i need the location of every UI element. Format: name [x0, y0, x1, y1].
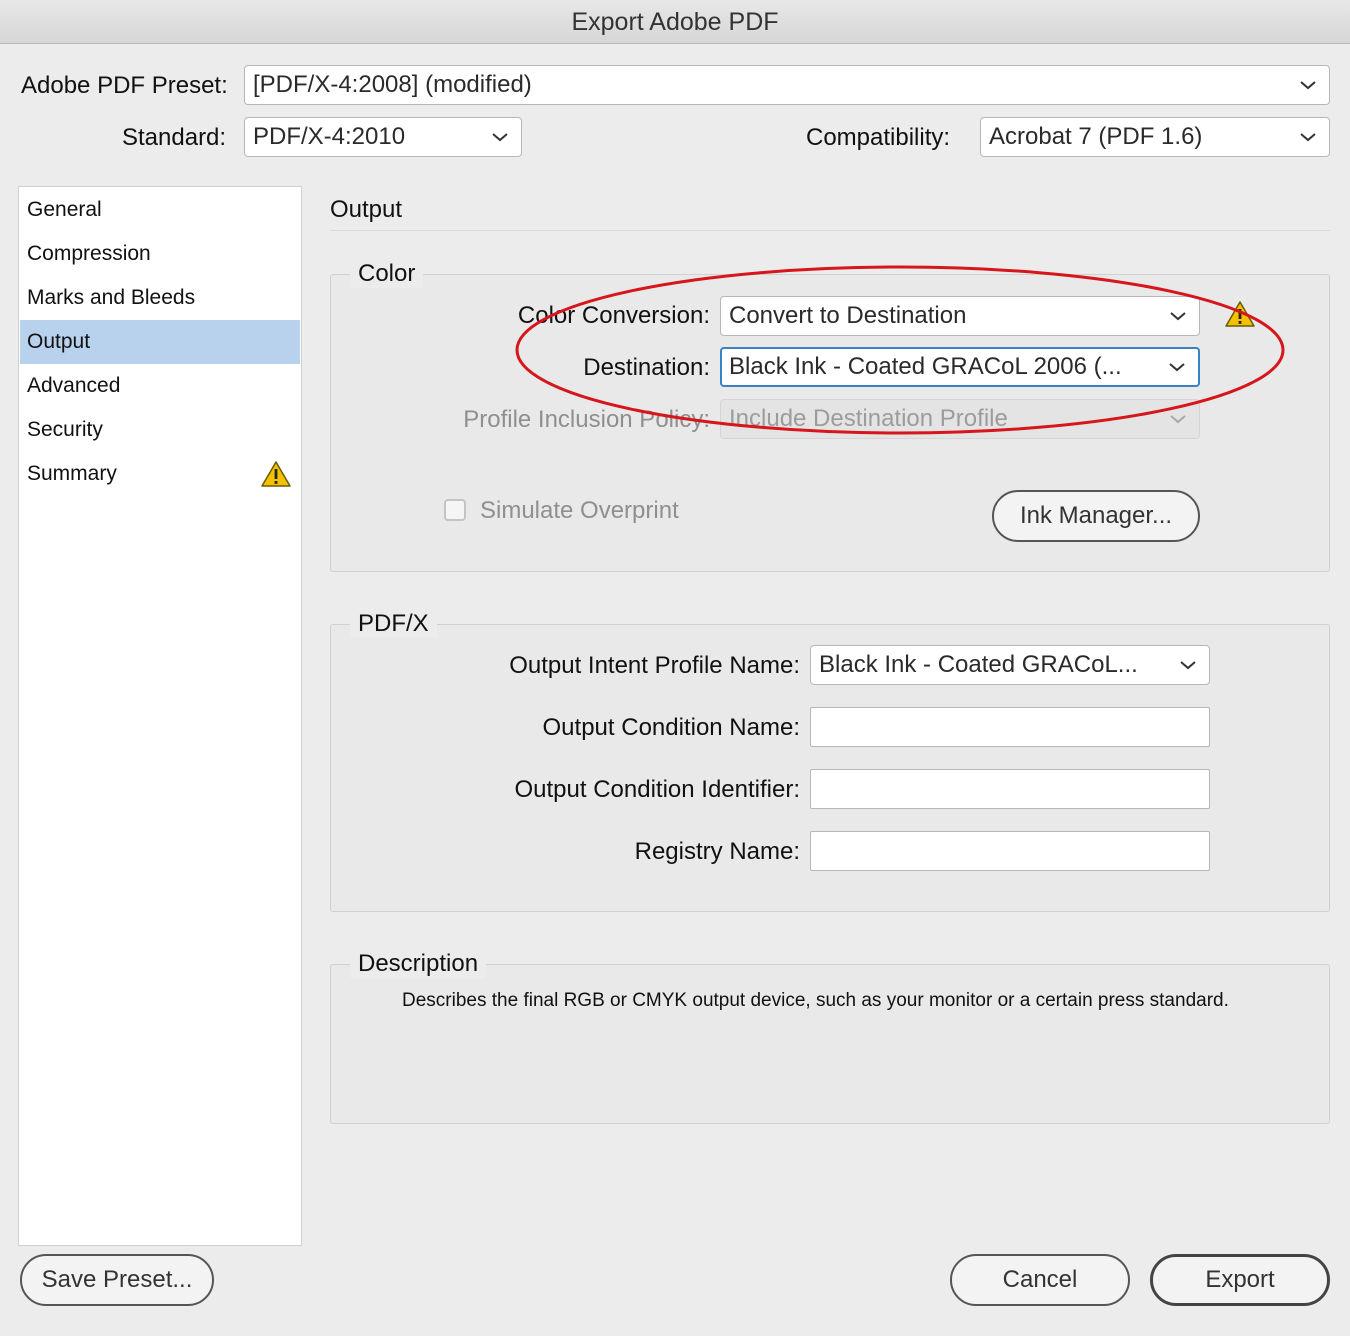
preset-value: [PDF/X-4:2008] (modified)	[253, 71, 532, 98]
compatibility-dropdown[interactable]: Acrobat 7 (PDF 1.6)	[980, 117, 1330, 157]
standard-label: Standard:	[122, 124, 227, 151]
chevron-down-icon	[1170, 415, 1186, 424]
sidebar-item-label: Advanced	[27, 374, 121, 397]
simulate-overprint-checkbox[interactable]	[444, 499, 466, 521]
registry-name-label: Registry Name:	[634, 838, 800, 865]
compatibility-label: Compatibility:	[806, 124, 951, 151]
export-button[interactable]: Export	[1150, 1254, 1330, 1306]
sidebar-item-label: General	[27, 198, 102, 221]
chevron-down-icon	[1170, 312, 1186, 321]
standard-value: PDF/X-4:2010	[253, 123, 406, 150]
sidebar-item-marks-and-bleeds[interactable]: Marks and Bleeds	[20, 276, 300, 320]
color-conversion-value: Convert to Destination	[729, 302, 967, 329]
warning-triangle-icon	[261, 461, 291, 487]
sidebar-item-label: Security	[27, 418, 103, 441]
sidebar-item-security[interactable]: Security	[20, 408, 300, 452]
color-conversion-label: Color Conversion:	[517, 302, 710, 329]
window-title: Export Adobe PDF	[0, 0, 1350, 44]
profile-inclusion-dropdown[interactable]: Include Destination Profile	[720, 399, 1200, 439]
output-condition-name-field[interactable]	[810, 707, 1210, 747]
output-intent-profile-dropdown[interactable]: Black Ink - Coated GRACoL...	[810, 645, 1210, 685]
preset-dropdown[interactable]: [PDF/X-4:2008] (modified)	[244, 65, 1330, 105]
ink-manager-button[interactable]: Ink Manager...	[992, 490, 1200, 542]
sidebar-item-label: Marks and Bleeds	[27, 286, 196, 309]
sidebar-item-general[interactable]: General	[20, 188, 300, 232]
simulate-overprint-label: Simulate Overprint	[480, 497, 679, 524]
destination-value: Black Ink - Coated GRACoL 2006 (...	[729, 353, 1122, 380]
sidebar-item-summary[interactable]: Summary	[20, 452, 300, 496]
warning-triangle-icon	[1225, 301, 1255, 327]
chevron-down-icon	[1169, 363, 1185, 372]
output-condition-name-label: Output Condition Name:	[542, 714, 800, 741]
color-conversion-dropdown[interactable]: Convert to Destination	[720, 296, 1200, 336]
color-group-label: Color	[350, 260, 424, 288]
destination-label: Destination:	[583, 354, 710, 381]
registry-name-field[interactable]	[810, 831, 1210, 871]
description-group	[330, 964, 1330, 1124]
chevron-down-icon	[492, 133, 508, 142]
profile-inclusion-label: Profile Inclusion Policy:	[463, 406, 710, 433]
sidebar-item-label: Output	[27, 330, 91, 353]
chevron-down-icon	[1180, 661, 1196, 670]
sidebar-item-label: Compression	[27, 242, 151, 265]
destination-dropdown[interactable]: Black Ink - Coated GRACoL 2006 (...	[720, 347, 1200, 387]
output-intent-profile-label: Output Intent Profile Name:	[509, 652, 800, 679]
pdfx-group-label: PDF/X	[350, 610, 437, 638]
preset-label: Adobe PDF Preset:	[21, 72, 228, 99]
description-text: Describes the final RGB or CMYK output d…	[402, 990, 1229, 1011]
compatibility-value: Acrobat 7 (PDF 1.6)	[989, 123, 1203, 150]
chevron-down-icon	[1300, 133, 1316, 142]
title-divider	[330, 230, 1330, 231]
profile-inclusion-value: Include Destination Profile	[729, 405, 1008, 432]
category-sidebar: General Compression Marks and Bleeds Out…	[18, 186, 302, 1246]
sidebar-item-compression[interactable]: Compression	[20, 232, 300, 276]
sidebar-item-advanced[interactable]: Advanced	[20, 364, 300, 408]
output-intent-profile-value: Black Ink - Coated GRACoL...	[819, 651, 1138, 678]
cancel-button[interactable]: Cancel	[950, 1254, 1130, 1306]
sidebar-item-label: Summary	[27, 462, 117, 485]
output-condition-identifier-label: Output Condition Identifier:	[514, 776, 800, 803]
description-group-label: Description	[350, 950, 487, 978]
output-condition-identifier-field[interactable]	[810, 769, 1210, 809]
standard-dropdown[interactable]: PDF/X-4:2010	[244, 117, 522, 157]
sidebar-item-output[interactable]: Output	[20, 320, 300, 364]
save-preset-button[interactable]: Save Preset...	[20, 1254, 214, 1306]
chevron-down-icon	[1300, 81, 1316, 90]
page-title: Output	[330, 196, 403, 223]
